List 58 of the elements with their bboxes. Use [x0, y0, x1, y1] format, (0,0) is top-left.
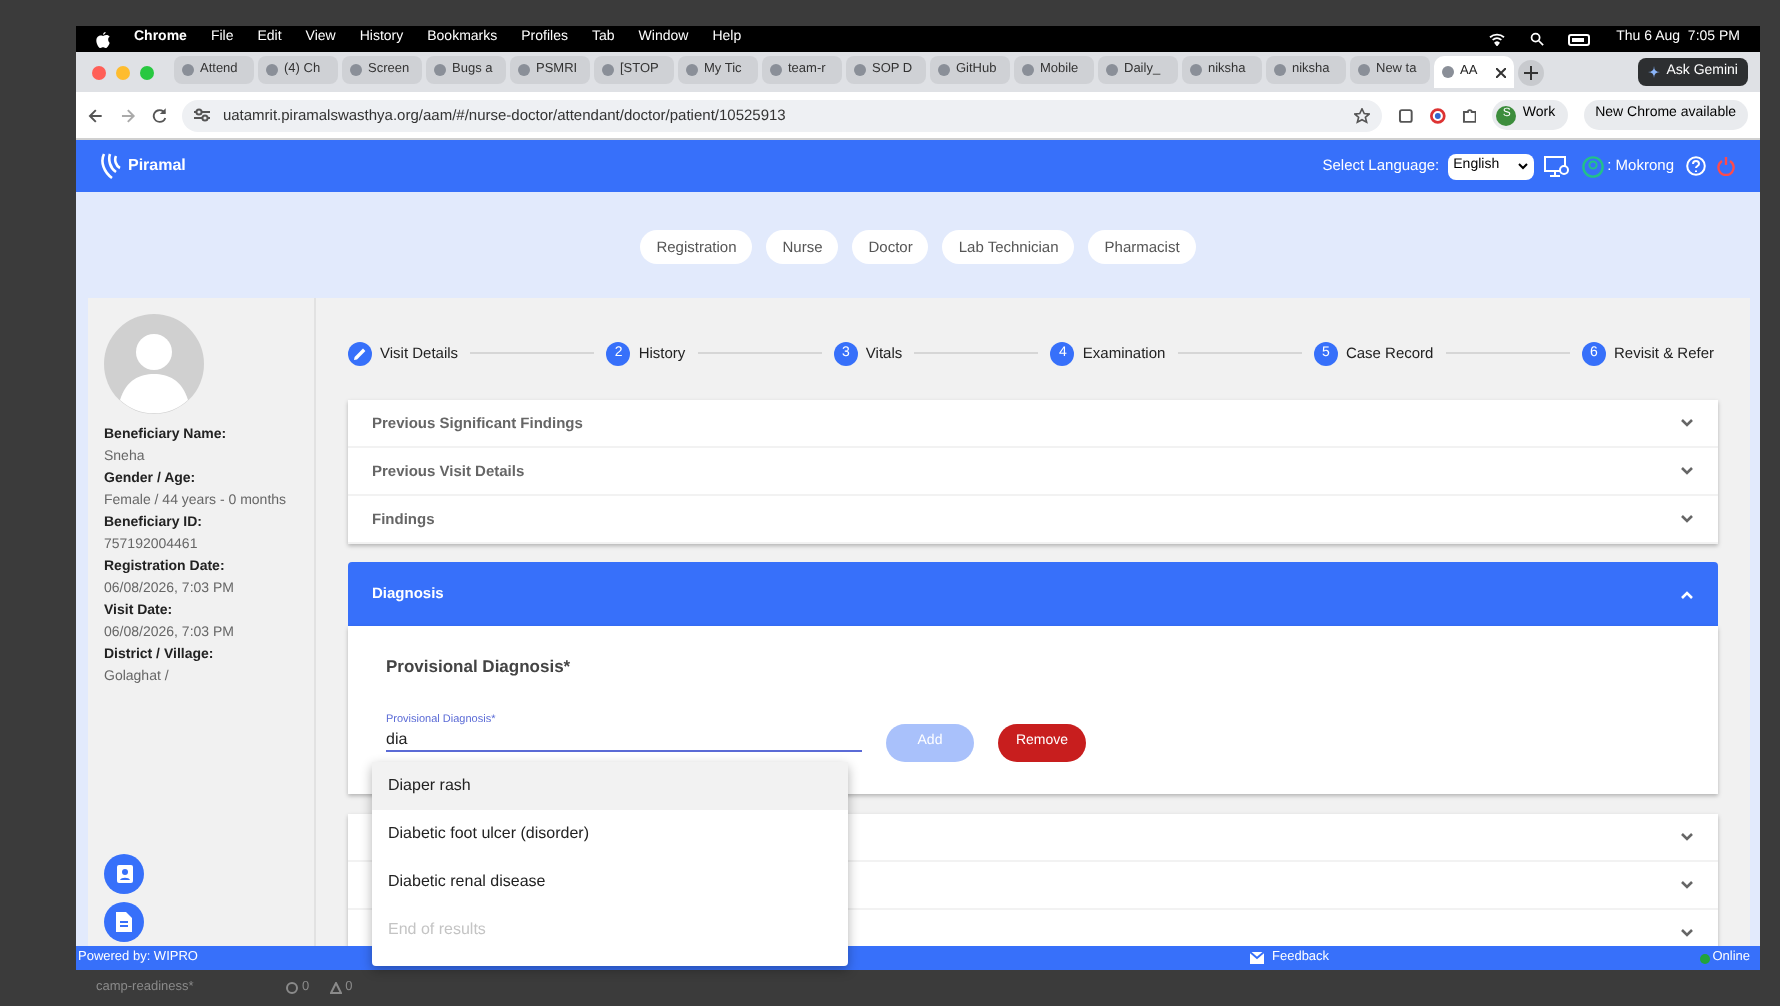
favicon-icon [1442, 66, 1454, 78]
avatar-silhouette [104, 314, 204, 414]
favicon-icon [1358, 64, 1370, 76]
star-icon[interactable] [1353, 107, 1370, 123]
battery-icon[interactable] [1568, 33, 1593, 45]
chevron-down-icon[interactable] [1680, 514, 1694, 524]
chevron-down-icon[interactable] [1680, 466, 1694, 476]
back-icon[interactable] [88, 107, 104, 123]
caret-icon [1517, 162, 1528, 170]
error-icon [286, 982, 298, 994]
monitor-icon[interactable] [1543, 155, 1570, 177]
autocomplete-option[interactable]: Diabetic foot ulcer (disorder) [372, 810, 848, 858]
favicon-icon [266, 64, 278, 76]
favicon-icon [1274, 64, 1286, 76]
chevron-down-icon[interactable] [1680, 880, 1694, 890]
mail-icon[interactable] [1250, 952, 1264, 964]
plus-icon [1524, 65, 1538, 79]
apple-icon[interactable] [96, 31, 110, 47]
sparkle-icon [1648, 66, 1661, 78]
close-tab-icon[interactable] [1496, 67, 1506, 77]
favicon-icon [518, 64, 530, 76]
autocomplete-option[interactable]: Diabetic renal disease [372, 858, 848, 906]
step-badge[interactable] [348, 341, 372, 365]
favicon-icon [1106, 64, 1118, 76]
chevron-down-icon[interactable] [1680, 418, 1694, 428]
document-button[interactable] [104, 902, 144, 942]
contact-card-button[interactable] [104, 854, 144, 894]
pencil-icon [354, 347, 366, 359]
end-of-results-text: End of results [386, 918, 488, 942]
favicon-icon [1190, 64, 1202, 76]
favicon-icon [350, 64, 362, 76]
reload-icon[interactable] [151, 107, 167, 123]
new-tab-button[interactable] [1518, 59, 1544, 85]
chevron-down-icon[interactable] [1680, 832, 1694, 842]
favicon-icon [1022, 64, 1034, 76]
favicon-icon [938, 64, 950, 76]
favicon-icon [686, 64, 698, 76]
search-icon[interactable] [1530, 32, 1545, 46]
favicon-icon [434, 64, 446, 76]
chevron-up-icon[interactable] [1680, 589, 1694, 599]
help-icon[interactable] [1686, 156, 1706, 176]
extension-icon[interactable] [1397, 107, 1414, 123]
logo-icon [100, 152, 122, 180]
site-settings-icon[interactable] [194, 108, 211, 122]
autocomplete-option[interactable]: Diaper rash [372, 762, 848, 810]
contact-card-icon [115, 864, 133, 884]
favicon-icon [182, 64, 194, 76]
document-icon [116, 912, 132, 932]
favicon-icon [770, 64, 782, 76]
favicon-icon [854, 64, 866, 76]
puzzle-icon[interactable] [1461, 107, 1477, 123]
wifi-icon[interactable] [1488, 32, 1507, 46]
warning-icon [329, 982, 342, 994]
chevron-down-icon[interactable] [1680, 928, 1694, 938]
logo-text: Piramal [128, 154, 186, 178]
section-heading: Provisional Diagnosis* [386, 654, 573, 680]
favicon-icon [602, 64, 614, 76]
color-wheel-icon[interactable] [1429, 107, 1446, 123]
